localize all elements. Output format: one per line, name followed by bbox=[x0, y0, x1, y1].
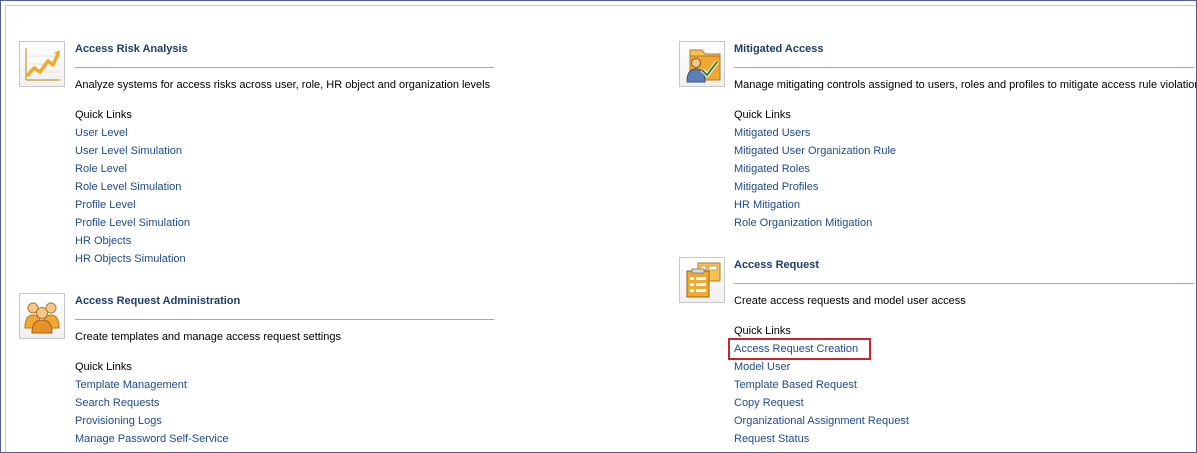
section-divider bbox=[75, 319, 494, 320]
quick-links-label: Quick Links bbox=[734, 109, 791, 121]
link-hr-mitigation[interactable]: HR Mitigation bbox=[734, 199, 800, 211]
quick-links-label: Quick Links bbox=[734, 325, 791, 337]
link-manage-password-self-service[interactable]: Manage Password Self-Service bbox=[75, 433, 228, 445]
link-role-organization-mitigation[interactable]: Role Organization Mitigation bbox=[734, 217, 872, 229]
link-request-status[interactable]: Request Status bbox=[734, 433, 809, 445]
section-description: Manage mitigating controls assigned to u… bbox=[734, 79, 1197, 91]
link-model-user[interactable]: Model User bbox=[734, 361, 790, 373]
quick-links-label: Quick Links bbox=[75, 109, 132, 121]
user-folder-check-icon bbox=[679, 41, 725, 87]
section-description: Create access requests and model user ac… bbox=[734, 295, 966, 307]
quick-links-label: Quick Links bbox=[75, 361, 132, 373]
link-user-level-simulation[interactable]: User Level Simulation bbox=[75, 145, 182, 157]
section-description: Analyze systems for access risks across … bbox=[75, 79, 491, 91]
user-group-icon bbox=[19, 293, 65, 339]
link-copy-request[interactable]: Copy Request bbox=[734, 397, 804, 409]
link-mitigated-roles[interactable]: Mitigated Roles bbox=[734, 163, 810, 175]
link-role-level-simulation[interactable]: Role Level Simulation bbox=[75, 181, 181, 193]
rising-chart-icon bbox=[19, 41, 65, 87]
link-search-requests[interactable]: Search Requests bbox=[75, 397, 159, 409]
section-divider bbox=[734, 67, 1194, 68]
link-provisioning-logs[interactable]: Provisioning Logs bbox=[75, 415, 162, 427]
link-hr-objects[interactable]: HR Objects bbox=[75, 235, 131, 247]
section-title[interactable]: Mitigated Access bbox=[734, 43, 823, 55]
request-forms-icon bbox=[679, 257, 725, 303]
section-title[interactable]: Access Request bbox=[734, 259, 819, 271]
section-title[interactable]: Access Risk Analysis bbox=[75, 43, 188, 55]
section-divider bbox=[75, 67, 494, 68]
link-hr-objects-simulation[interactable]: HR Objects Simulation bbox=[75, 253, 186, 265]
link-user-level[interactable]: User Level bbox=[75, 127, 128, 139]
section-divider bbox=[734, 283, 1194, 284]
section-description: Create templates and manage access reque… bbox=[75, 331, 341, 343]
link-profile-level[interactable]: Profile Level bbox=[75, 199, 136, 211]
link-mitigated-profiles[interactable]: Mitigated Profiles bbox=[734, 181, 818, 193]
link-mitigated-user-organization-rule[interactable]: Mitigated User Organization Rule bbox=[734, 145, 896, 157]
link-mitigated-users[interactable]: Mitigated Users bbox=[734, 127, 810, 139]
link-profile-level-simulation[interactable]: Profile Level Simulation bbox=[75, 217, 190, 229]
workcenter-frame: Access Risk Analysis Analyze systems for… bbox=[0, 0, 1197, 453]
section-title[interactable]: Access Request Administration bbox=[75, 295, 240, 307]
link-access-request-creation[interactable]: Access Request Creation bbox=[734, 343, 858, 355]
link-template-based-request[interactable]: Template Based Request bbox=[734, 379, 857, 391]
link-organizational-assignment-request[interactable]: Organizational Assignment Request bbox=[734, 415, 909, 427]
link-role-level[interactable]: Role Level bbox=[75, 163, 127, 175]
link-template-management[interactable]: Template Management bbox=[75, 379, 187, 391]
